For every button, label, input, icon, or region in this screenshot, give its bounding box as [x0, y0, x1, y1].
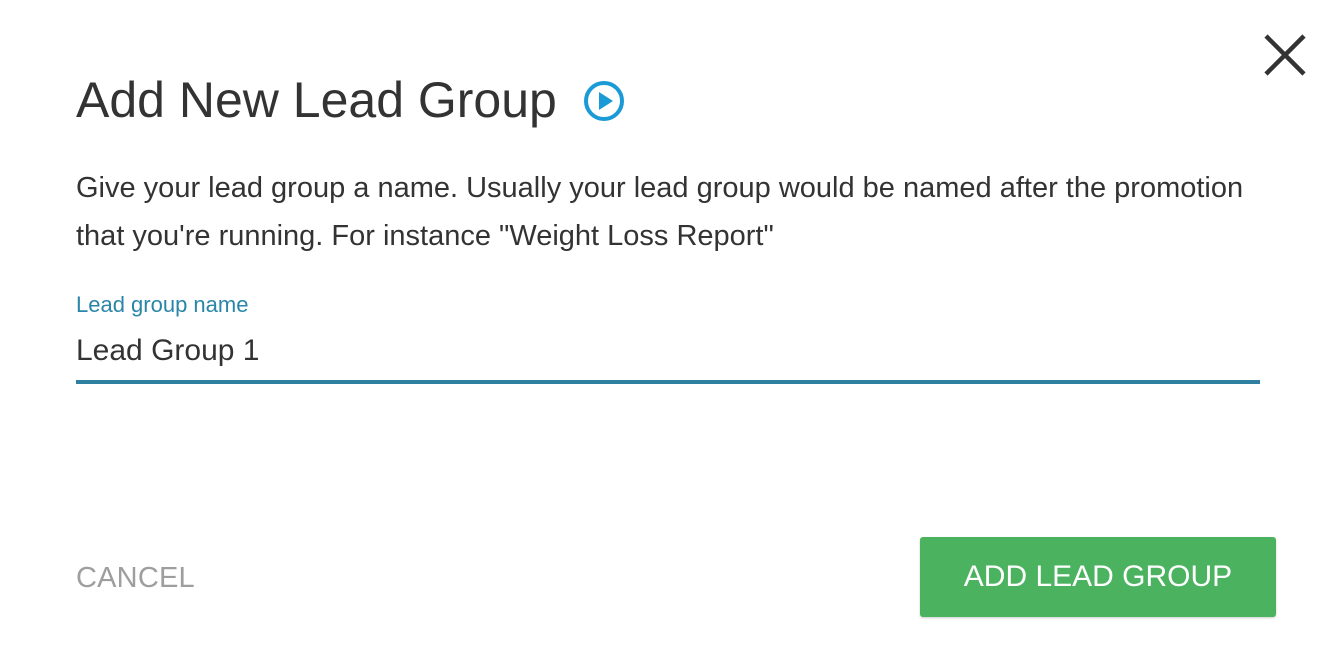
add-lead-group-button[interactable]: ADD LEAD GROUP [920, 537, 1276, 617]
lead-group-name-label: Lead group name [76, 292, 249, 317]
lead-group-name-field: Lead group name [76, 290, 1260, 384]
close-icon [1264, 34, 1306, 76]
close-button[interactable] [1262, 32, 1308, 78]
dialog-description: Give your lead group a name. Usually you… [76, 172, 1244, 252]
play-video-button[interactable] [583, 80, 625, 122]
title-row: Add New Lead Group [76, 70, 625, 130]
cancel-button[interactable]: CANCEL [76, 556, 195, 600]
add-lead-group-dialog: Add New Lead Group Give your lead group … [0, 0, 1336, 647]
dialog-title: Add New Lead Group [76, 72, 557, 128]
play-circle-icon [583, 81, 624, 121]
lead-group-name-input[interactable] [76, 332, 1260, 384]
